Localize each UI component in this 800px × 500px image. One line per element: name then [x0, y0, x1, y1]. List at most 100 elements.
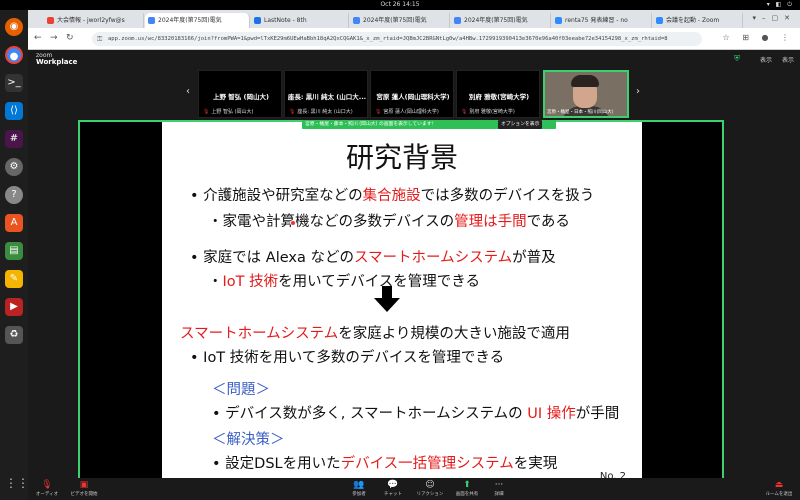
app-center-icon[interactable]: A	[5, 214, 23, 232]
tab-label: 会議を起動 - Zoom	[666, 17, 720, 24]
presentation-slide: 研究背景 • 介護施設や研究室などの集合施設では多数のデバイスを扱う ・家電や計算…	[162, 122, 642, 484]
slide-text: ・	[208, 274, 223, 290]
window-controls[interactable]: ▾–▢✕	[753, 14, 797, 22]
slide-line: • デバイス数が多く, スマートホームシステムの UI 操作が手間	[212, 402, 619, 423]
leave-icon: ⏏	[774, 480, 784, 490]
url-text: app.zoom.us/wc/83320183166/join?fromPWA=…	[108, 36, 668, 42]
notes-icon[interactable]: ✎	[5, 270, 23, 288]
reload-icon[interactable]: ↻	[66, 33, 74, 43]
site-icon	[454, 17, 461, 24]
share-screen-button[interactable]: ⬆ 画面を共有	[452, 480, 482, 497]
mic-muted-icon: 🎙	[289, 109, 296, 115]
tab-strip: 大会情報 - jworl2yfw@s 2024年度(第75回)電気 LastNo…	[28, 10, 800, 28]
view-button-2[interactable]: 表示	[782, 57, 794, 64]
slide-text: ・家電や計算機などの多数デバイスの	[208, 214, 455, 230]
reactions-button[interactable]: ☺ リアクション	[414, 480, 446, 497]
participant-label: 🎙 宮原 蓮人(岡山理科大学)	[375, 108, 439, 115]
help-icon[interactable]: ?	[5, 186, 23, 204]
gmail-icon	[47, 17, 54, 24]
slide-line: • 設定DSLを用いたデバイス一括管理システムを実現	[212, 452, 557, 473]
vscode-icon[interactable]: ⟨⟩	[5, 102, 23, 120]
audio-button[interactable]: 🎙 オーディオ	[32, 480, 62, 497]
dock: ◉ ● >_ ⟨⟩ # ⚙ ? A ▤ ✎ ▶ ♻ ⋮⋮	[0, 10, 29, 500]
tab-1[interactable]: 2024年度(第75回)電気	[145, 13, 250, 28]
participants-icon: 👥	[353, 480, 365, 490]
tab-6[interactable]: 会議を起動 - Zoom	[653, 13, 743, 28]
show-apps-icon[interactable]: ⋮⋮	[5, 474, 29, 492]
highlight-text: 管理は手間	[454, 214, 527, 230]
slide-text: • 設定DSLを用いた	[212, 456, 341, 472]
mic-muted-icon: 🎙	[203, 109, 210, 115]
active-speaker-tile[interactable]: 宮原・桶屋・日本・照川(岡山大)	[543, 70, 629, 118]
participants-label: 参加者	[352, 492, 366, 497]
address-bar: ← → ↻ ⚿ app.zoom.us/wc/83320183166/join?f…	[28, 28, 800, 50]
remote-pointer	[290, 220, 296, 226]
leave-label: ルームを退出	[765, 492, 793, 497]
url-field[interactable]: ⚿ app.zoom.us/wc/83320183166/join?fromPWA…	[92, 32, 702, 46]
desktop: Oct 26 14:15 ▾ ◧ ⏻ ◉ ● >_ ⟨⟩ # ⚙ ? A ▤ ✎…	[0, 0, 800, 500]
participants-button[interactable]: 👥 参加者	[346, 480, 372, 497]
view-options-button[interactable]: オプションを表示	[498, 120, 543, 129]
site-icon	[254, 17, 261, 24]
zoom-logo: zoom Workplace	[36, 52, 77, 66]
slide-line: • 家庭では Alexa などのスマートホームシステムが普及	[190, 246, 556, 267]
more-label: 詳細	[494, 492, 504, 497]
gallery-next-icon[interactable]: ›	[636, 86, 640, 97]
media-icon[interactable]: ▶	[5, 298, 23, 316]
tab-label: 2024年度(第75回)電気	[464, 17, 528, 24]
view-controls: 表示 表示	[752, 55, 794, 64]
tab-4[interactable]: 2024年度(第75回)電気	[451, 13, 551, 28]
slide-line: ・IoT 技術を用いてデバイスを管理できる	[208, 270, 480, 291]
participant-label: 🎙 上野 智弘 (岡山大)	[203, 108, 253, 115]
tab-0[interactable]: 大会情報 - jworl2yfw@s	[44, 13, 144, 28]
tab-3[interactable]: 2024年度(第75回)電気	[350, 13, 450, 28]
gallery-prev-icon[interactable]: ‹	[186, 86, 190, 97]
participant-label: 🎙 座長: 黒川 純太 (山口大)	[289, 108, 353, 115]
video-button[interactable]: ▣ ビデオを開始	[66, 480, 102, 497]
slide-text: ＜問題＞	[212, 382, 270, 398]
participant-sub: 座長: 黒川 純太 (山口大)	[297, 109, 353, 115]
settings-icon[interactable]: ⚙	[5, 158, 23, 176]
slide-text: が普及	[512, 250, 556, 266]
chat-button[interactable]: 💬 チャット	[380, 480, 406, 497]
participant-tile[interactable]: 別府 雅敬(宮崎大学) 🎙 別府 雅敬(宮崎大学)	[456, 70, 540, 118]
chrome-icon[interactable]: ●	[5, 46, 23, 64]
slack-icon[interactable]: #	[5, 130, 23, 148]
slide-line: • IoT 技術を用いて多数のデバイスを管理できる	[190, 346, 504, 367]
system-clock[interactable]: Oct 26 14:15	[380, 1, 419, 8]
mic-muted-icon: 🎙	[375, 109, 382, 115]
tab-5[interactable]: renta75 発表練習 - no	[552, 13, 652, 28]
back-icon[interactable]: ←	[34, 33, 42, 43]
more-icon: ···	[494, 480, 504, 490]
chat-icon: 💬	[387, 480, 399, 490]
security-shield-icon[interactable]: ⛨	[734, 54, 740, 64]
tab-2[interactable]: LastNote - 8th	[251, 13, 349, 28]
participant-name: 宮原 蓮人(岡山理科大学)	[376, 93, 450, 101]
tab-label: LastNote - 8th	[264, 17, 307, 24]
view-button-1[interactable]: 表示	[760, 57, 772, 64]
screen-share-frame: 研究背景 • 介護施設や研究室などの集合施設では多数のデバイスを扱う ・家電や計算…	[78, 120, 724, 486]
terminal-icon[interactable]: >_	[5, 74, 23, 92]
tab-label: 大会情報 - jworl2yfw@s	[57, 17, 125, 24]
participant-sub: 上野 智弘 (岡山大)	[211, 109, 254, 115]
slide-line: スマートホームシステムを家庭より規模の大きい施設で適用	[180, 322, 570, 343]
system-tray-icons[interactable]: ▾ ◧ ⏻	[767, 0, 794, 10]
participant-tile[interactable]: 宮原 蓮人(岡山理科大学) 🎙 宮原 蓮人(岡山理科大学)	[370, 70, 454, 118]
participant-tile[interactable]: 上野 智弘 (岡山大) 🎙 上野 智弘 (岡山大)	[198, 70, 282, 118]
forward-icon[interactable]: →	[50, 33, 58, 43]
highlight-text: スマートホームシステム	[180, 326, 339, 342]
files-icon[interactable]: ▤	[5, 242, 23, 260]
participant-tile[interactable]: 座長: 黒川 純太 (山口大... 🎙 座長: 黒川 純太 (山口大)	[284, 70, 368, 118]
participant-sub: 宮原 蓮人(岡山理科大学)	[383, 109, 439, 115]
browser-toolbar-icons[interactable]: ☆ ⊞ ● ⋮	[723, 33, 794, 42]
mic-muted-icon: 🎙	[461, 109, 468, 115]
trash-icon[interactable]: ♻	[5, 326, 23, 344]
slide-line: ・家電や計算機などの多数デバイスの管理は手間である	[208, 210, 570, 231]
leave-button[interactable]: ⏏ ルームを退出	[762, 480, 796, 497]
zoom-product: Workplace	[36, 58, 78, 66]
firefox-icon[interactable]: ◉	[5, 18, 23, 36]
slide-text: では多数のデバイスを扱う	[420, 188, 595, 204]
more-button[interactable]: ··· 詳細	[488, 480, 510, 497]
lock-icon: ⚿	[97, 35, 103, 43]
slide-line: • 介護施設や研究室などの集合施設では多数のデバイスを扱う	[190, 184, 594, 205]
